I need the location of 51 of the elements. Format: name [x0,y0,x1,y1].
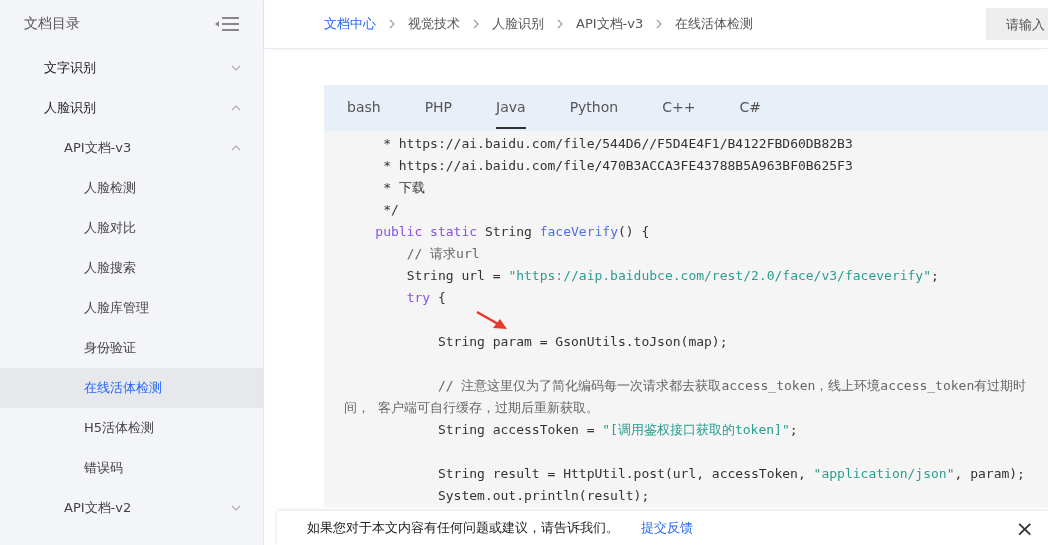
breadcrumb-link[interactable]: 人脸识别 [492,15,544,33]
close-button[interactable]: × [1009,514,1040,542]
code-line: // 请求url [405,245,481,263]
search-field[interactable]: 请输入 [986,8,1048,40]
language-tab[interactable]: Python [569,87,619,129]
sidebar-item[interactable]: 人脸识别 [0,88,263,128]
chevron-icon [231,505,241,511]
sidebar-item[interactable]: API文档-v2 [0,488,263,528]
language-tab[interactable]: Java [496,87,526,129]
code-line: String accessToken = "[调用鉴权接口获取的token]"; [436,421,799,439]
language-tab[interactable]: C# [739,87,761,129]
chevron-icon [231,105,241,111]
sidebar-title: 文档目录 [24,15,80,33]
chevron-icon [231,145,241,151]
feedback-link[interactable]: 提交反馈 [641,519,693,537]
code-line: public static String faceVerify() { [374,223,651,241]
pointer-arrow [476,311,508,331]
code-line: * 下载 [382,179,426,197]
code-line: */ [382,201,400,219]
sidebar-item[interactable]: 错误码 [0,448,263,488]
sidebar-item[interactable]: 人脸检测 [0,168,263,208]
code-line: System.out.println(result); [436,487,651,505]
language-tab[interactable]: PHP [424,87,453,129]
breadcrumb-link[interactable]: 在线活体检测 [675,15,754,33]
sidebar-item[interactable]: 文字识别 [0,48,263,88]
code-line: * https://ai.baidu.com/file/544D6//F5D4E4F1/B4122FBD60DB82B3 [382,135,854,153]
chevron-right-icon [557,19,563,29]
language-tab[interactable]: bash [347,87,381,129]
code-line: // 注意这里仅为了简化编码每一次请求都去获取access_token，线上环境access_token有过期时间， 客户端可自行缓存，过期后重新获取。 [344,377,1028,417]
breadcrumb-link[interactable]: 视觉技术 [408,15,460,33]
code-line: String result = HttpUtil.post(url, accessToken, "application/json", param); [436,465,1026,483]
breadcrumb-link[interactable]: API文档-v3 [576,15,644,33]
feedback-text: 如果您对于本文内容有任何问题或建议，请告诉我们。 [307,519,619,537]
sidebar-item[interactable]: 人脸搜索 [0,248,263,288]
code-line: String url = "https://aip.baidubce.com/rest/2.0/face/v3/faceverify"; [405,267,940,285]
chevron-right-icon [389,19,395,29]
code-line: * https://ai.baidu.com/file/470B3ACCA3FE43788B5A963BF0B625F3 [382,157,854,175]
chevron-right-icon [656,19,663,29]
chevron-right-icon [473,19,479,29]
chevron-icon [231,65,241,71]
code-line: String param = GsonUtils.toJson(map); [436,333,729,351]
sidebar-item[interactable]: 人脸库管理 [0,288,263,328]
breadcrumb-link[interactable]: 文档中心 [324,15,376,33]
code-line: try { [405,289,447,307]
language-tab[interactable]: C++ [662,87,696,129]
sidebar-item[interactable]: 身份验证 [0,328,263,368]
collapse-menu-icon[interactable] [215,16,241,32]
sidebar-item[interactable]: 人脸对比 [0,208,263,248]
sidebar-item[interactable]: 在线活体检测 [0,368,263,408]
sidebar-item[interactable]: H5活体检测 [0,408,263,448]
sidebar-item[interactable]: API文档-v3 [0,128,263,168]
